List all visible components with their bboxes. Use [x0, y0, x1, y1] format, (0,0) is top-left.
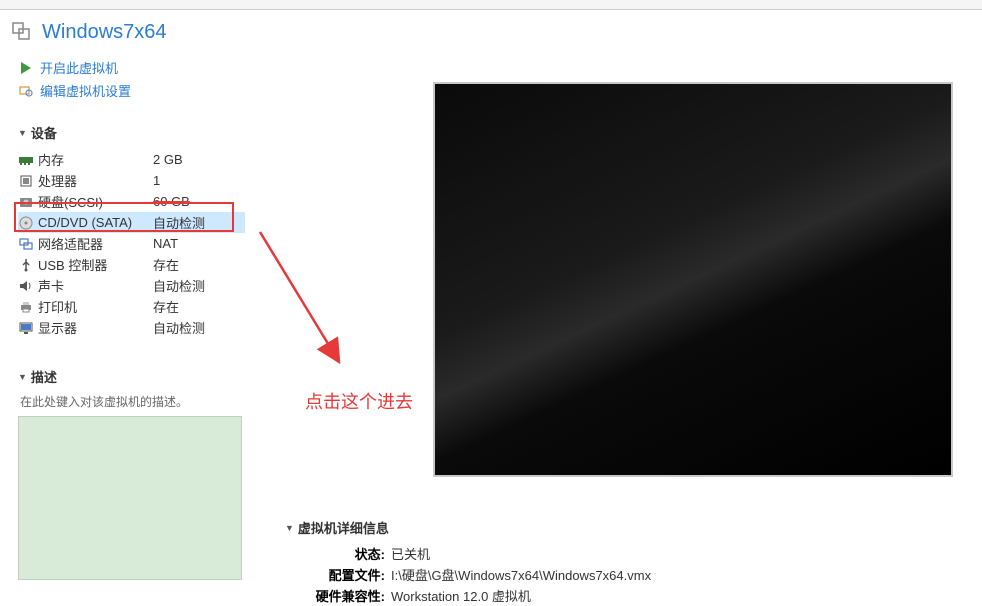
vm-title: Windows7x64 — [42, 21, 167, 44]
device-value: 60 GB — [153, 194, 245, 209]
devices-section-header[interactable]: ▼ 设备 — [18, 120, 245, 145]
vm-preview[interactable] — [433, 82, 953, 477]
memory-icon — [18, 152, 34, 168]
device-value: 1 — [153, 173, 245, 188]
tabs-bar — [0, 0, 982, 10]
status-value: 已关机 — [391, 544, 430, 563]
sound-icon — [18, 278, 34, 294]
devices-label: 设备 — [31, 123, 57, 142]
device-name: 内存 — [38, 150, 153, 169]
detail-row-compat: 硬件兼容性: Workstation 12.0 虚拟机 — [285, 585, 651, 606]
device-row-sound[interactable]: 声卡 自动检测 — [18, 275, 245, 296]
description-placeholder: 在此处键入对该虚拟机的描述。 — [18, 389, 245, 414]
annotation-text: 点击这个进去 — [305, 388, 413, 414]
triangle-down-icon: ▼ — [285, 523, 294, 533]
play-icon — [18, 60, 34, 76]
device-value: 2 GB — [153, 152, 245, 167]
device-name: 显示器 — [38, 318, 153, 337]
triangle-down-icon: ▼ — [18, 372, 27, 382]
device-row-network[interactable]: 网络适配器 NAT — [18, 233, 245, 254]
start-vm-link[interactable]: 开启此虚拟机 — [18, 56, 245, 79]
vm-icon — [10, 20, 34, 44]
printer-icon — [18, 299, 34, 315]
device-row-printer[interactable]: 打印机 存在 — [18, 296, 245, 317]
settings-icon — [18, 83, 34, 99]
vm-header: Windows7x64 — [0, 10, 982, 52]
device-value: NAT — [153, 236, 245, 251]
device-value: 存在 — [153, 297, 245, 316]
config-label: 配置文件: — [315, 565, 385, 584]
sidebar: 开启此虚拟机 编辑虚拟机设置 ▼ 设备 内存 2 GB 处理器 1 — [0, 52, 245, 580]
description-label: 描述 — [31, 367, 57, 386]
start-vm-label: 开启此虚拟机 — [40, 58, 118, 77]
edit-vm-link[interactable]: 编辑虚拟机设置 — [18, 79, 245, 102]
display-icon — [18, 320, 34, 336]
detail-row-config: 配置文件: I:\硬盘\G盘\Windows7x64\Windows7x64.v… — [285, 564, 651, 585]
device-row-processor[interactable]: 处理器 1 — [18, 170, 245, 191]
details-section-header[interactable]: ▼ 虚拟机详细信息 — [285, 518, 651, 537]
device-name: USB 控制器 — [38, 255, 153, 274]
details-label: 虚拟机详细信息 — [298, 518, 389, 537]
cd-icon — [18, 215, 34, 231]
status-label: 状态: — [315, 544, 385, 563]
device-value: 存在 — [153, 255, 245, 274]
device-row-usb[interactable]: USB 控制器 存在 — [18, 254, 245, 275]
device-row-display[interactable]: 显示器 自动检测 — [18, 317, 245, 338]
device-name: CD/DVD (SATA) — [38, 215, 153, 230]
main-panel: 点击这个进去 ▼ 虚拟机详细信息 状态: 已关机 配置文件: I:\硬盘\G盘\… — [245, 52, 982, 580]
detail-row-status: 状态: 已关机 — [285, 543, 651, 564]
device-value: 自动检测 — [153, 318, 245, 337]
edit-vm-label: 编辑虚拟机设置 — [40, 81, 131, 100]
triangle-down-icon: ▼ — [18, 128, 27, 138]
device-row-harddisk[interactable]: 硬盘(SCSI) 60 GB — [18, 191, 245, 212]
device-name: 处理器 — [38, 171, 153, 190]
compat-value: Workstation 12.0 虚拟机 — [391, 586, 531, 605]
device-name: 声卡 — [38, 276, 153, 295]
cpu-icon — [18, 173, 34, 189]
harddisk-icon — [18, 194, 34, 210]
device-name: 硬盘(SCSI) — [38, 192, 153, 211]
compat-label: 硬件兼容性: — [315, 586, 385, 605]
device-name: 打印机 — [38, 297, 153, 316]
network-icon — [18, 236, 34, 252]
device-value: 自动检测 — [153, 213, 245, 232]
config-value: I:\硬盘\G盘\Windows7x64\Windows7x64.vmx — [391, 565, 651, 584]
device-row-memory[interactable]: 内存 2 GB — [18, 149, 245, 170]
description-textarea[interactable] — [18, 416, 242, 580]
device-name: 网络适配器 — [38, 234, 153, 253]
device-row-cddvd[interactable]: CD/DVD (SATA) 自动检测 — [18, 212, 245, 233]
device-value: 自动检测 — [153, 276, 245, 295]
description-section-header[interactable]: ▼ 描述 — [18, 364, 245, 389]
usb-icon — [18, 257, 34, 273]
